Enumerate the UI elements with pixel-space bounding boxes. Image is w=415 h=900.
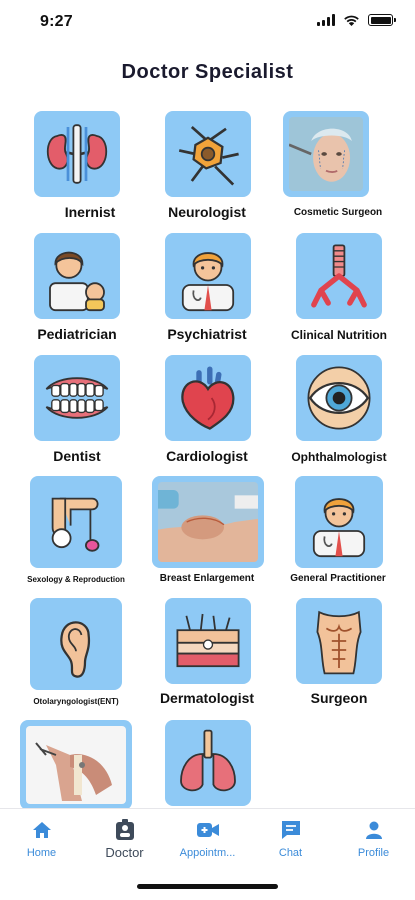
skin-icon[interactable] [165,598,251,684]
cellular-signal-icon [317,14,335,26]
specialist-label: Otolaryngologist(ENT) [33,697,119,706]
tab-label: Doctor [105,845,144,860]
tab-appointm[interactable]: Appointm... [166,819,249,859]
specialist-label: General Practitioner [290,573,386,584]
tab-label: Profile [357,847,390,859]
neuron-icon[interactable] [165,111,251,197]
tab-profile[interactable]: Profile [332,819,415,859]
trachea-icon[interactable] [296,233,382,319]
tab-label: Chat [278,847,303,859]
specialist-label: Surgeon [310,690,368,706]
doctor-badge-icon [83,819,166,841]
specialist-label: Dermatologist [159,690,255,706]
tab-chat[interactable]: Chat [249,819,332,859]
page-title: Doctor Specialist [121,61,294,83]
specialist-label: Pediatrician [37,326,117,342]
home-icon [0,819,83,841]
lungs-icon[interactable] [165,720,251,806]
specialist-label: Neurologist [168,204,246,220]
status-time: 9:27 [40,13,73,30]
doctor-icon[interactable] [165,233,251,319]
home-indicator [137,884,278,889]
orthopedic-photo[interactable] [20,720,132,808]
chat-icon [249,819,332,841]
specialist-grid[interactable]: Inernist Neurologist Cosmetic Surgeon Pe… [0,108,415,808]
cosmetic-face-photo[interactable] [283,111,369,197]
tab-home[interactable]: Home [0,819,83,859]
battery-icon [368,14,396,26]
wifi-icon [344,15,359,26]
video-camera-icon [166,819,249,841]
status-bar: 9:27 [0,0,415,44]
specialist-label: Clinical Nutrition [291,328,387,342]
person-icon [332,819,415,841]
torso-icon[interactable] [296,598,382,684]
specialist-label: Inernist [64,204,116,220]
status-icons [317,14,396,26]
reproduction-icon[interactable] [30,476,122,568]
specialist-label: Sexology & Reproduction [27,575,125,584]
tab-label: Home [26,847,57,859]
ear-icon[interactable] [30,598,122,690]
specialist-label: Cardiologist [166,448,248,464]
doctor-icon[interactable] [295,476,383,568]
tab-label: Appointm... [179,847,236,859]
eye-icon[interactable] [296,355,382,441]
teeth-icon[interactable] [34,355,120,441]
specialist-label: Dentist [53,448,101,464]
pediatrician-icon[interactable] [34,233,120,319]
heart-icon[interactable] [165,355,251,441]
specialist-label: Breast Enlargement [159,573,255,584]
tab-doctor[interactable]: Doctor [83,819,166,860]
breast-surgery-photo[interactable] [152,476,264,568]
specialist-label: Psychiatrist [167,326,247,342]
kidneys-icon[interactable] [34,111,120,197]
specialist-label: Ophthalmologist [291,450,387,464]
specialist-label: Cosmetic Surgeon [293,207,383,218]
